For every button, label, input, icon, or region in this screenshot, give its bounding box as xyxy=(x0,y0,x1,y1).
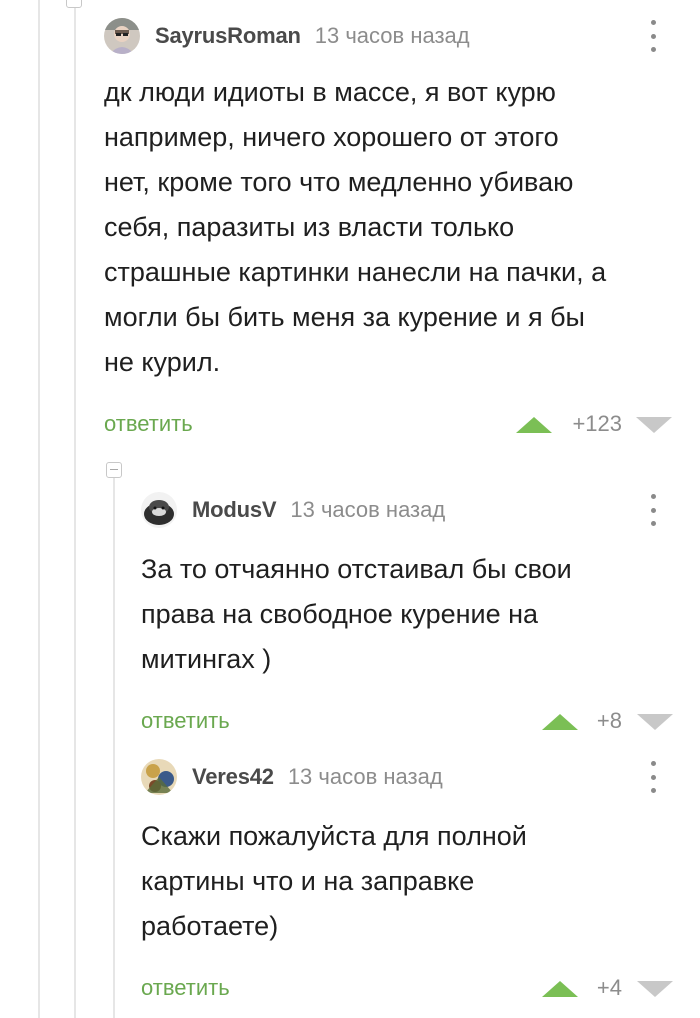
username[interactable]: SayrusRoman xyxy=(155,23,301,49)
comment-footer: ответить +8 xyxy=(141,700,684,740)
upvote-icon[interactable] xyxy=(516,417,552,433)
comment-footer: ответить +4 xyxy=(141,967,684,1007)
thread-line xyxy=(74,0,76,1018)
avatar-user-icon xyxy=(141,492,177,528)
collapse-thread-button[interactable] xyxy=(106,462,122,478)
avatar[interactable] xyxy=(104,18,140,54)
avatar-user-icon xyxy=(141,759,177,795)
collapse-thread-button[interactable] xyxy=(66,0,82,8)
upvote-icon[interactable] xyxy=(542,981,578,997)
reply-button[interactable]: ответить xyxy=(104,411,193,437)
comment-footer: ответить +123 xyxy=(104,403,684,443)
comment-header: ModusV 13 часов назад xyxy=(141,490,684,530)
comment-score: +123 xyxy=(572,411,622,436)
comment-score: +8 xyxy=(596,708,622,733)
reply-button[interactable]: ответить xyxy=(141,708,230,734)
thread-line xyxy=(113,478,115,1018)
comment-timestamp[interactable]: 13 часов назад xyxy=(288,764,443,790)
username[interactable]: ModusV xyxy=(192,497,277,523)
comment-header: SayrusRoman 13 часов назад xyxy=(104,16,684,56)
username[interactable]: Veres42 xyxy=(192,764,274,790)
comment-timestamp[interactable]: 13 часов назад xyxy=(290,497,445,523)
avatar[interactable] xyxy=(141,759,177,795)
comment: ModusV 13 часов назад За то отчаянно отс… xyxy=(141,490,684,740)
downvote-icon[interactable] xyxy=(637,981,673,997)
thread-line xyxy=(38,0,40,1018)
more-options-icon[interactable] xyxy=(648,494,658,526)
comment-text: дк люди идиоты в массе, я вот курю напри… xyxy=(104,77,607,377)
upvote-icon[interactable] xyxy=(542,714,578,730)
comment: SayrusRoman 13 часов назад дк люди идиот… xyxy=(104,16,684,443)
comment: Veres42 13 часов назад Скажи пожалуйста … xyxy=(141,757,684,1007)
avatar-user-icon xyxy=(104,18,140,54)
comment-score: +4 xyxy=(596,975,622,1000)
downvote-icon[interactable] xyxy=(637,714,673,730)
avatar[interactable] xyxy=(141,492,177,528)
comment-timestamp[interactable]: 13 часов назад xyxy=(315,23,470,49)
comment-header: Veres42 13 часов назад xyxy=(141,757,684,797)
more-options-icon[interactable] xyxy=(648,20,658,52)
comment-text: Скажи пожалуйста для полной картины что … xyxy=(141,821,527,941)
reply-button[interactable]: ответить xyxy=(141,975,230,1001)
more-options-icon[interactable] xyxy=(648,761,658,793)
downvote-icon[interactable] xyxy=(636,417,672,433)
comment-text: За то отчаянно отстаивал бы свои права н… xyxy=(141,554,572,674)
